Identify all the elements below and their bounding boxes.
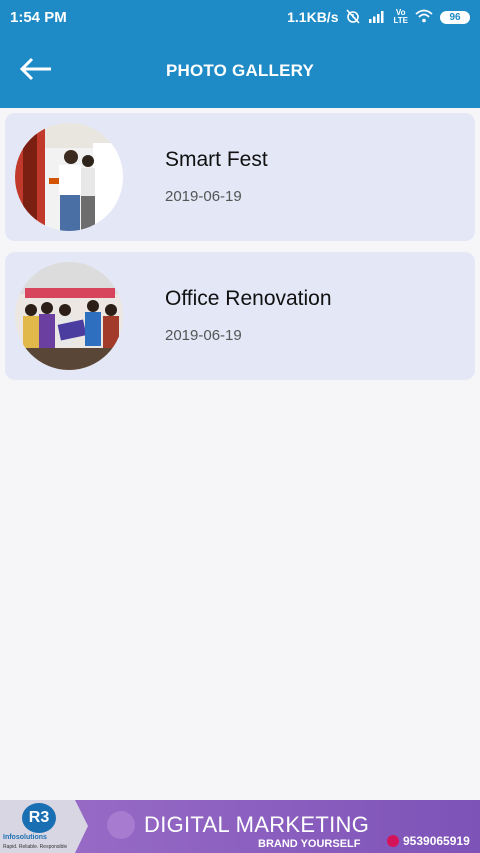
status-time: 1:54 PM <box>10 8 67 26</box>
ad-brand-name: Infosolutions <box>3 834 47 841</box>
volte-bottom: LTE <box>393 16 408 25</box>
status-bar: 1:54 PM 1.1KB/s Vo LTE 96 <box>0 0 480 34</box>
network-speed: 1.1KB/s <box>287 9 339 25</box>
gallery-list: Smart Fest 2019-06-19 Office Renovation … <box>5 113 475 391</box>
alarm-off-icon <box>345 8 361 27</box>
ad-logo-panel: R3 Infosolutions Rapid. Reliable. Respon… <box>0 800 88 853</box>
wifi-icon <box>415 9 433 26</box>
ad-headline: DIGITAL MARKETING <box>144 812 370 837</box>
ad-tagline: Rapid. Reliable. Responsible <box>3 844 68 850</box>
page-title: PHOTO GALLERY <box>165 61 315 80</box>
ad-phone: 9539065919 <box>387 834 470 848</box>
gallery-item-date: 2019-06-19 <box>165 188 242 205</box>
volte-icon: Vo LTE <box>393 9 408 25</box>
status-icons: 1.1KB/s Vo LTE 96 <box>287 8 470 27</box>
ad-subline: BRAND YOURSELF <box>258 838 361 850</box>
gallery-item-office-renovation[interactable]: Office Renovation 2019-06-19 <box>5 252 475 380</box>
back-button[interactable] <box>16 54 56 88</box>
gallery-item-title: Smart Fest <box>165 148 268 171</box>
gallery-item-smart-fest[interactable]: Smart Fest 2019-06-19 <box>5 113 475 241</box>
app-bar: PHOTO GALLERY <box>0 34 480 108</box>
gallery-thumbnail <box>15 123 123 231</box>
brand-logo: R3 <box>22 803 56 833</box>
phone-icon <box>387 835 399 847</box>
signal-icon <box>368 9 386 26</box>
gallery-item-date: 2019-06-19 <box>165 327 242 344</box>
gallery-thumbnail <box>15 262 123 370</box>
arrow-left-icon <box>19 57 53 86</box>
battery-icon: 96 <box>440 10 470 24</box>
ad-banner[interactable]: R3 Infosolutions Rapid. Reliable. Respon… <box>0 800 480 853</box>
gallery-item-title: Office Renovation <box>165 287 332 310</box>
ad-decoration-circle <box>107 811 135 839</box>
ad-phone-number: 9539065919 <box>403 834 470 848</box>
